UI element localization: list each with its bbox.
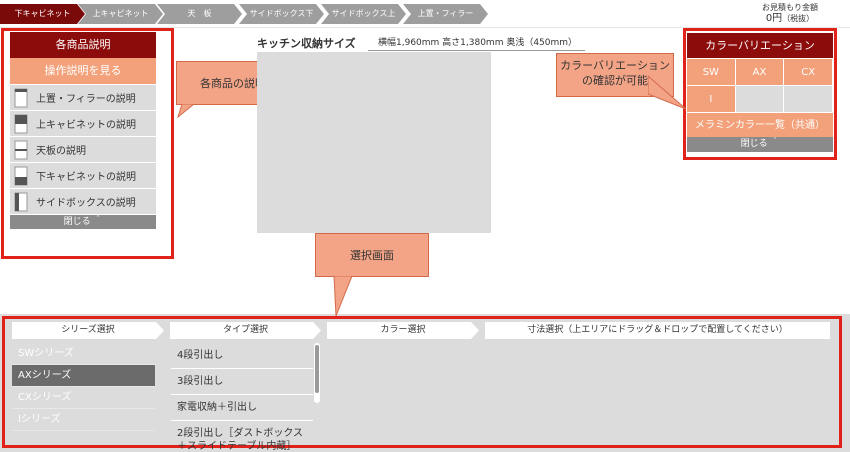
scrollbar-thumb[interactable] [315,345,319,393]
type-item[interactable]: 家電収納＋引出し [171,395,313,421]
tab-color[interactable]: カラー選択 [327,322,479,339]
type-item[interactable]: 3段引出し [171,369,313,395]
tab-series[interactable]: シリーズ選択 [12,322,164,339]
kitchen-size-title: キッチン収納サイズ [257,37,356,50]
series-item-ax[interactable]: AXシリーズ [12,365,155,387]
layout-canvas[interactable] [257,52,491,233]
tab-size[interactable]: 寸法選択（上エリアにドラッグ＆ドロップで配置してください） [485,322,830,339]
callout-pointer [177,104,195,118]
callout-text: 選択画面 [350,249,394,262]
type-list: 4段引出し 3段引出し 家電収納＋引出し 2段引出し［ダストボックス＋スライドテ… [171,343,313,452]
tab-type[interactable]: タイプ選択 [170,322,321,339]
step-upper-cabinet[interactable]: 上キャビネット [78,4,163,24]
step-countertop[interactable]: 天 板 [157,4,242,24]
type-item[interactable]: 4段引出し [171,343,313,369]
callout-pointer [648,75,687,110]
type-item[interactable]: 2段引出し［ダストボックス＋スライドテーブル内蔵］ [171,421,313,452]
step-navigation: 下キャビネット 上キャビネット 天 板 サイドボックス下 サイドボックス上 上置… [0,4,490,24]
series-item-cx[interactable]: CXシリーズ [12,387,155,409]
series-item-sw[interactable]: SWシリーズ [12,343,155,365]
step-lower-cabinet[interactable]: 下キャビネット [0,4,85,24]
right-highlight-frame [683,28,837,160]
kitchen-dimensions: 横幅1,960mm 高さ1,380mm 奥浅（450mm） [368,35,586,51]
type-list-scrollbar[interactable] [314,343,320,403]
estimate-price: 0円 [765,13,783,24]
step-side-box-lower[interactable]: サイドボックス下 [239,4,324,24]
estimate: お見積もり金額 0円（税抜） [762,2,818,24]
estimate-tax: （税抜） [782,14,815,23]
callout-selection-screen: 選択画面 [315,233,429,277]
series-item-i[interactable]: Iシリーズ [12,409,155,431]
callout-pointer [333,276,353,317]
step-top-filler[interactable]: 上置・フィラー [403,4,488,24]
left-highlight-frame [1,28,174,259]
series-list: SWシリーズ AXシリーズ CXシリーズ Iシリーズ [12,343,155,431]
step-side-box-upper[interactable]: サイドボックス上 [321,4,406,24]
estimate-label: お見積もり金額 [762,3,818,12]
